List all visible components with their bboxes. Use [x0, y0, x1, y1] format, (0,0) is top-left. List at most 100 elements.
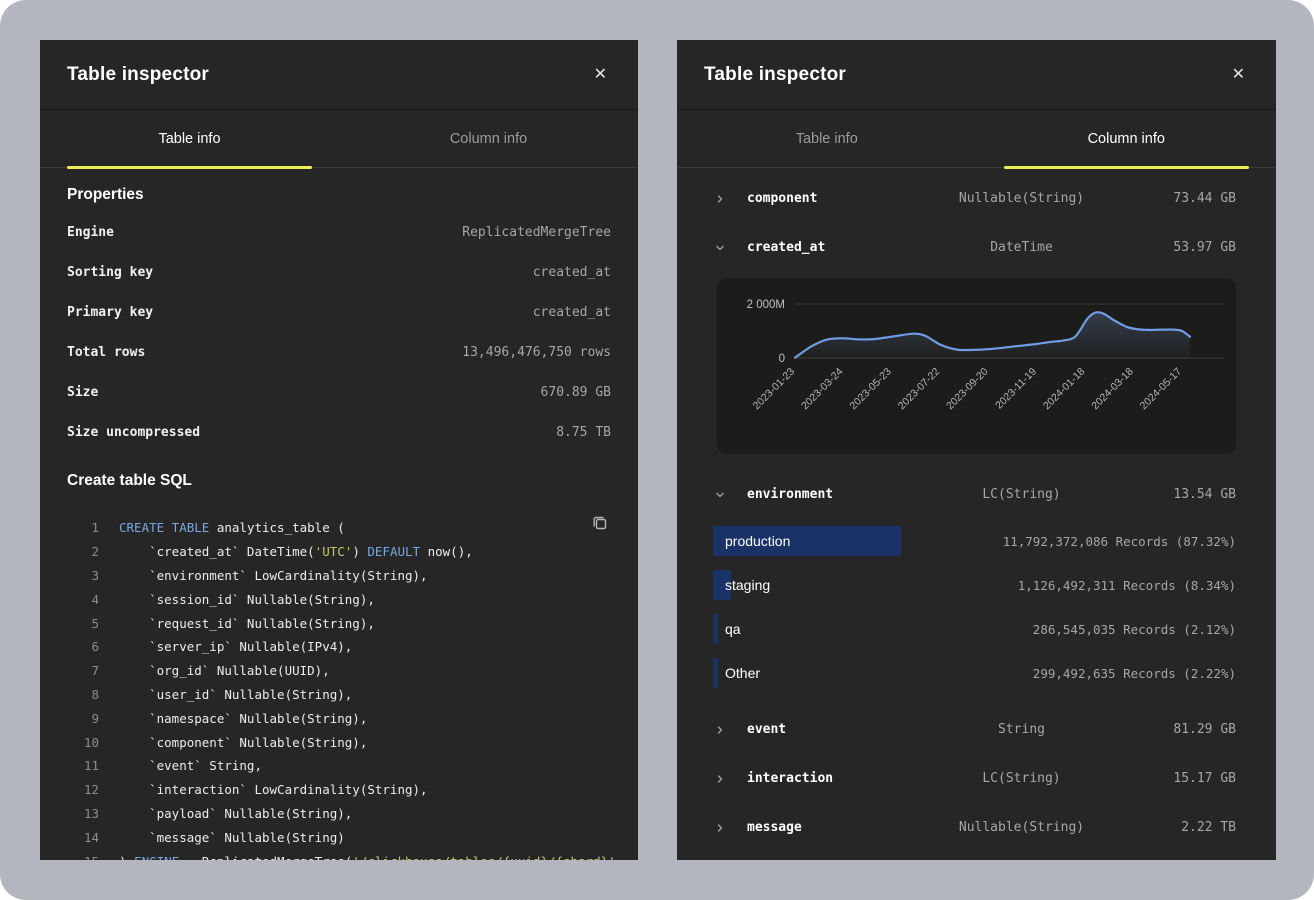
properties-list: EngineReplicatedMergeTree Sorting key crea…	[67, 212, 611, 452]
property-label: Engine	[67, 225, 114, 240]
column-size: 73.44 GB	[1116, 191, 1236, 206]
close-icon[interactable]: ✕	[1228, 63, 1249, 87]
sql-code-block: 1 CREATE TABLE analytics_table ( 2 `create…	[67, 516, 611, 860]
value-label: production	[725, 533, 790, 549]
panel-title: Table inspector	[67, 64, 209, 86]
sql-line: 6 `server_ip` Nullable(IPv4),	[67, 635, 611, 659]
property-row: Sorting key created_at	[67, 252, 611, 292]
chevron-down-icon	[713, 488, 727, 502]
property-row: Primary keycreated_at	[67, 292, 611, 332]
chevron-down-icon	[713, 241, 727, 255]
tab-column-info[interactable]: Column info	[977, 110, 1277, 167]
property-row: Size 670.89 GB	[67, 372, 611, 412]
svg-text:2023-01-23: 2023-01-23	[751, 366, 798, 413]
column-name: message	[747, 820, 927, 835]
sql-line: 3 `environment` LowCardinality(String),	[67, 564, 611, 588]
screen: Table inspector ✕ Table info Column info…	[0, 0, 1314, 900]
property-row: EngineReplicatedMergeTree	[67, 212, 611, 252]
property-value: 670.89 GB	[541, 385, 611, 400]
value-row-Other: Other 299,492,635 Records (2.22%)	[713, 651, 1236, 695]
svg-text:2023-09-20: 2023-09-20	[944, 366, 991, 413]
table-inspector-panel-right: Table inspector ✕ Table info Column info…	[677, 40, 1276, 860]
column-row-created_at[interactable]: created_atDateTime53.97 GB	[677, 223, 1276, 272]
property-label: Primary key	[67, 305, 153, 320]
value-label: Other	[725, 665, 760, 681]
column-row-event[interactable]: eventString81.29 GB	[677, 705, 1276, 754]
sql-line-number: 9	[67, 711, 99, 726]
value-row-production: production 11,792,372,086 Records (87.32%…	[713, 519, 1236, 563]
value-records: 299,492,635 Records (2.22%)	[1033, 666, 1236, 681]
sql-line: 14 `message` Nullable(String)	[67, 825, 611, 849]
sql-line-number: 12	[67, 782, 99, 797]
value-row-qa: qa 286,545,035 Records (2.12%)	[713, 607, 1236, 651]
column-row-environment[interactable]: environmentLC(String)13.54 GB	[677, 470, 1276, 519]
panel-header: Table inspector ✕	[40, 40, 638, 110]
property-label: Sorting key	[67, 265, 153, 280]
sql-line: 2 `created_at` DateTime('UTC') DEFAULT n…	[67, 540, 611, 564]
sql-line-text: `user_id` Nullable(String),	[119, 687, 352, 702]
chevron-right-icon	[713, 192, 727, 206]
sql-line: 9 `namespace` Nullable(String),	[67, 706, 611, 730]
column-size: 13.54 GB	[1116, 487, 1236, 502]
sql-line-number: 14	[67, 830, 99, 845]
property-label: Size uncompressed	[67, 425, 200, 440]
sql-line-number: 6	[67, 639, 99, 654]
column-size: 2.22 TB	[1116, 820, 1236, 835]
column-size: 81.29 GB	[1116, 722, 1236, 737]
sql-line-text: `request_id` Nullable(String),	[119, 616, 375, 631]
sql-line-text: `environment` LowCardinality(String),	[119, 568, 428, 583]
value-bar	[713, 658, 718, 688]
chevron-right-icon	[713, 723, 727, 737]
sql-line: 5 `request_id` Nullable(String),	[67, 611, 611, 635]
column-name: created_at	[747, 240, 927, 255]
close-icon[interactable]: ✕	[590, 63, 611, 87]
sql-line-number: 11	[67, 758, 99, 773]
svg-text:2024-01-18: 2024-01-18	[1041, 366, 1088, 413]
column-type: Nullable(String)	[927, 191, 1116, 206]
column-row-component[interactable]: componentNullable(String)73.44 GB	[677, 174, 1276, 223]
tab-column-info[interactable]: Column info	[339, 110, 638, 167]
sql-line-text: `session_id` Nullable(String),	[119, 592, 375, 607]
copy-icon[interactable]	[589, 512, 611, 537]
chevron-right-icon	[713, 772, 727, 786]
sql-line-text: `component` Nullable(String),	[119, 735, 367, 750]
value-records: 11,792,372,086 Records (87.32%)	[1003, 534, 1236, 549]
column-type: Nullable(String)	[927, 820, 1116, 835]
svg-text:0: 0	[779, 353, 785, 365]
svg-text:2023-07-22: 2023-07-22	[896, 366, 943, 413]
property-label: Total rows	[67, 345, 145, 360]
create-table-sql-heading: Create table SQL	[67, 472, 611, 490]
svg-text:2024-03-18: 2024-03-18	[1089, 366, 1136, 413]
sql-line-text: `server_ip` Nullable(IPv4),	[119, 639, 352, 654]
value-label: qa	[725, 621, 741, 637]
sql-line-text: `message` Nullable(String)	[119, 830, 345, 845]
sql-line-number: 1	[67, 520, 99, 535]
column-row-message[interactable]: messageNullable(String)2.22 TB	[677, 803, 1276, 852]
property-row: Total rows13,496,476,750 rows	[67, 332, 611, 372]
property-row: Size uncompressed 8.75 TB	[67, 412, 611, 452]
sql-line: 8 `user_id` Nullable(String),	[67, 683, 611, 707]
property-value: 8.75 TB	[556, 425, 611, 440]
column-type: LC(String)	[927, 487, 1116, 502]
column-list: componentNullable(String)73.44 GBcreated…	[677, 168, 1276, 852]
tab-table-info[interactable]: Table info	[40, 110, 339, 167]
property-value: created_at	[533, 265, 611, 280]
tab-table-info[interactable]: Table info	[677, 110, 977, 167]
column-row-interaction[interactable]: interactionLC(String)15.17 GB	[677, 754, 1276, 803]
table-inspector-panel-left: Table inspector ✕ Table info Column info…	[40, 40, 638, 860]
value-records: 286,545,035 Records (2.12%)	[1033, 622, 1236, 637]
sql-line: 12 `interaction` LowCardinality(String),	[67, 778, 611, 802]
sql-line-text: `interaction` LowCardinality(String),	[119, 782, 428, 797]
sql-line-number: 4	[67, 592, 99, 607]
column-name: component	[747, 191, 927, 206]
sql-line-text: CREATE TABLE analytics_table (	[119, 520, 345, 535]
sql-line: 15) ENGINE = ReplicatedMergeTree('/click…	[67, 849, 611, 860]
column-type: LC(String)	[927, 771, 1116, 786]
column-name: event	[747, 722, 927, 737]
svg-text:2023-11-19: 2023-11-19	[993, 366, 1039, 412]
sql-line: 4 `session_id` Nullable(String),	[67, 587, 611, 611]
svg-text:2023-05-23: 2023-05-23	[847, 366, 894, 413]
sql-line-number: 13	[67, 806, 99, 821]
svg-text:2023-03-24: 2023-03-24	[799, 366, 846, 413]
property-label: Size	[67, 385, 98, 400]
